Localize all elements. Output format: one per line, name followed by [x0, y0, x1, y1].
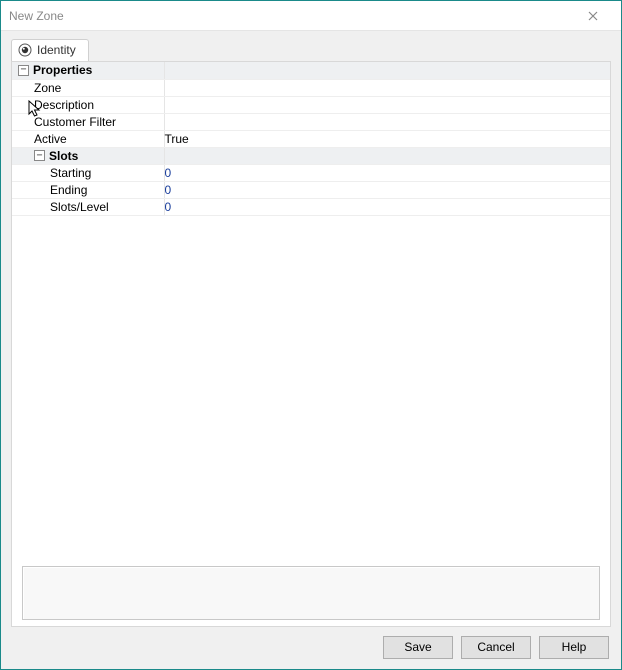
row-starting[interactable]: Starting 0: [12, 164, 610, 181]
section-slots: Slots: [12, 147, 610, 164]
tab-identity-label: Identity: [37, 43, 76, 57]
tab-bar: Identity: [1, 31, 621, 61]
label-ending: Ending: [50, 183, 87, 197]
section-properties-title: Properties: [33, 63, 92, 77]
label-zone: Zone: [34, 81, 61, 95]
description-panel: [22, 566, 600, 620]
expand-icon[interactable]: [18, 65, 29, 76]
row-zone[interactable]: Zone: [12, 79, 610, 96]
row-active[interactable]: Active True: [12, 130, 610, 147]
help-button[interactable]: Help: [539, 636, 609, 659]
label-starting: Starting: [50, 166, 91, 180]
label-active: Active: [34, 132, 67, 146]
tab-identity[interactable]: Identity: [11, 39, 89, 61]
label-customer-filter: Customer Filter: [34, 115, 116, 129]
dialog-button-row: Save Cancel Help: [1, 633, 621, 669]
content-panel: Properties Zone Description Customer Fil…: [11, 61, 611, 627]
row-slots-level[interactable]: Slots/Level 0: [12, 198, 610, 215]
row-description[interactable]: Description: [12, 96, 610, 113]
value-slots-level[interactable]: 0: [165, 200, 172, 214]
section-slots-title: Slots: [49, 149, 78, 163]
window-title: New Zone: [9, 9, 573, 23]
value-starting[interactable]: 0: [165, 166, 172, 180]
expand-icon[interactable]: [34, 150, 45, 161]
titlebar: New Zone: [1, 1, 621, 31]
label-slots-level: Slots/Level: [50, 200, 109, 214]
property-grid: Properties Zone Description Customer Fil…: [12, 62, 610, 566]
window-new-zone: New Zone Identity: [0, 0, 622, 670]
value-ending[interactable]: 0: [165, 183, 172, 197]
label-description: Description: [34, 98, 94, 112]
cancel-button[interactable]: Cancel: [461, 636, 531, 659]
close-icon: [588, 8, 598, 24]
row-ending[interactable]: Ending 0: [12, 181, 610, 198]
value-active[interactable]: True: [165, 132, 189, 146]
save-button[interactable]: Save: [383, 636, 453, 659]
row-customer-filter[interactable]: Customer Filter: [12, 113, 610, 130]
close-button[interactable]: [573, 2, 613, 30]
identity-icon: [18, 43, 32, 57]
section-properties: Properties: [12, 62, 610, 79]
